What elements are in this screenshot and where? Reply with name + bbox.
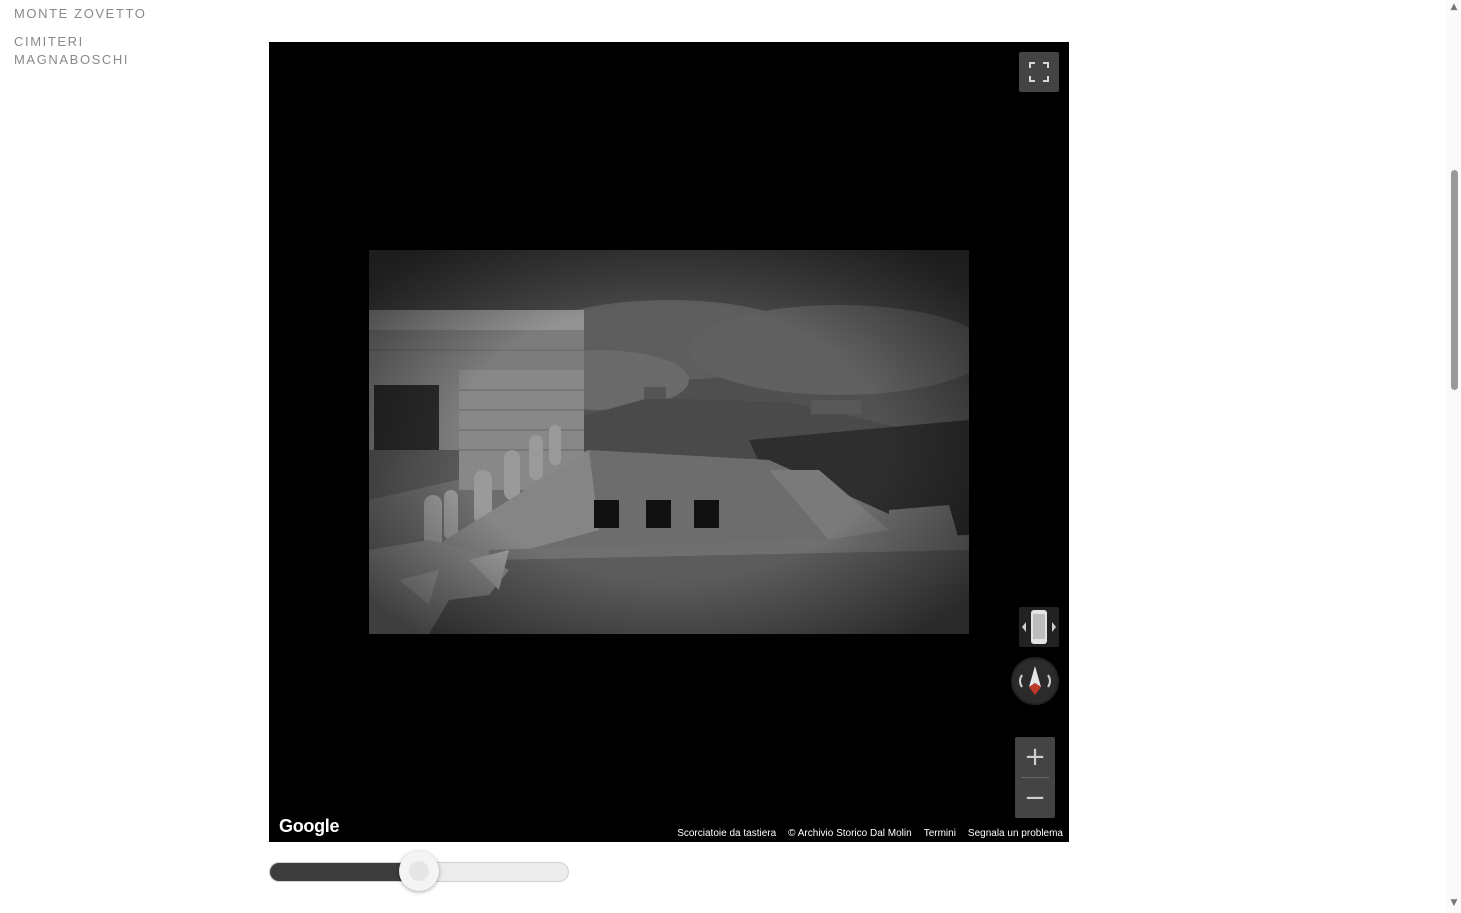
slider-thumb[interactable] [399, 851, 439, 891]
scroll-up-arrow-icon[interactable]: ▲ [1450, 3, 1458, 12]
device-orientation-icon [1019, 610, 1059, 651]
sidebar-item-monte-zovetto[interactable]: MONTE ZOVETTO [14, 5, 147, 23]
fullscreen-button[interactable] [1019, 52, 1059, 92]
zoom-controls: + − [1015, 737, 1055, 818]
page-scrollbar[interactable]: ▲ ▼ [1447, 0, 1461, 913]
slider-fill [270, 863, 420, 881]
sidebar-item-cimiteri-magnaboschi[interactable]: CIMITERI MAGNABOSCHI [14, 33, 174, 69]
report-problem-link[interactable]: Segnala un problema [968, 828, 1063, 839]
attribution-bar: Scorciatoie da tastiera © Archivio Stori… [677, 828, 1063, 839]
scroll-down-arrow-icon[interactable]: ▼ [1450, 899, 1458, 908]
google-logo[interactable]: Google [279, 816, 340, 837]
keyboard-shortcuts-link[interactable]: Scorciatoie da tastiera [677, 828, 776, 839]
device-orientation-button[interactable] [1019, 607, 1059, 647]
scrollbar-thumb[interactable] [1451, 170, 1458, 390]
zoom-in-button[interactable]: + [1015, 737, 1055, 777]
image-comparison-slider[interactable] [269, 851, 569, 891]
compass-icon [1011, 659, 1059, 709]
terms-link[interactable]: Termini [924, 828, 956, 839]
copyright-text: © Archivio Storico Dal Molin [788, 828, 912, 839]
historical-photo [369, 250, 969, 634]
street-view-panorama[interactable]: + − Google Scorciatoie da tastiera © Arc… [269, 42, 1069, 842]
compass-control[interactable] [1011, 657, 1059, 705]
zoom-out-button[interactable]: − [1015, 778, 1055, 818]
